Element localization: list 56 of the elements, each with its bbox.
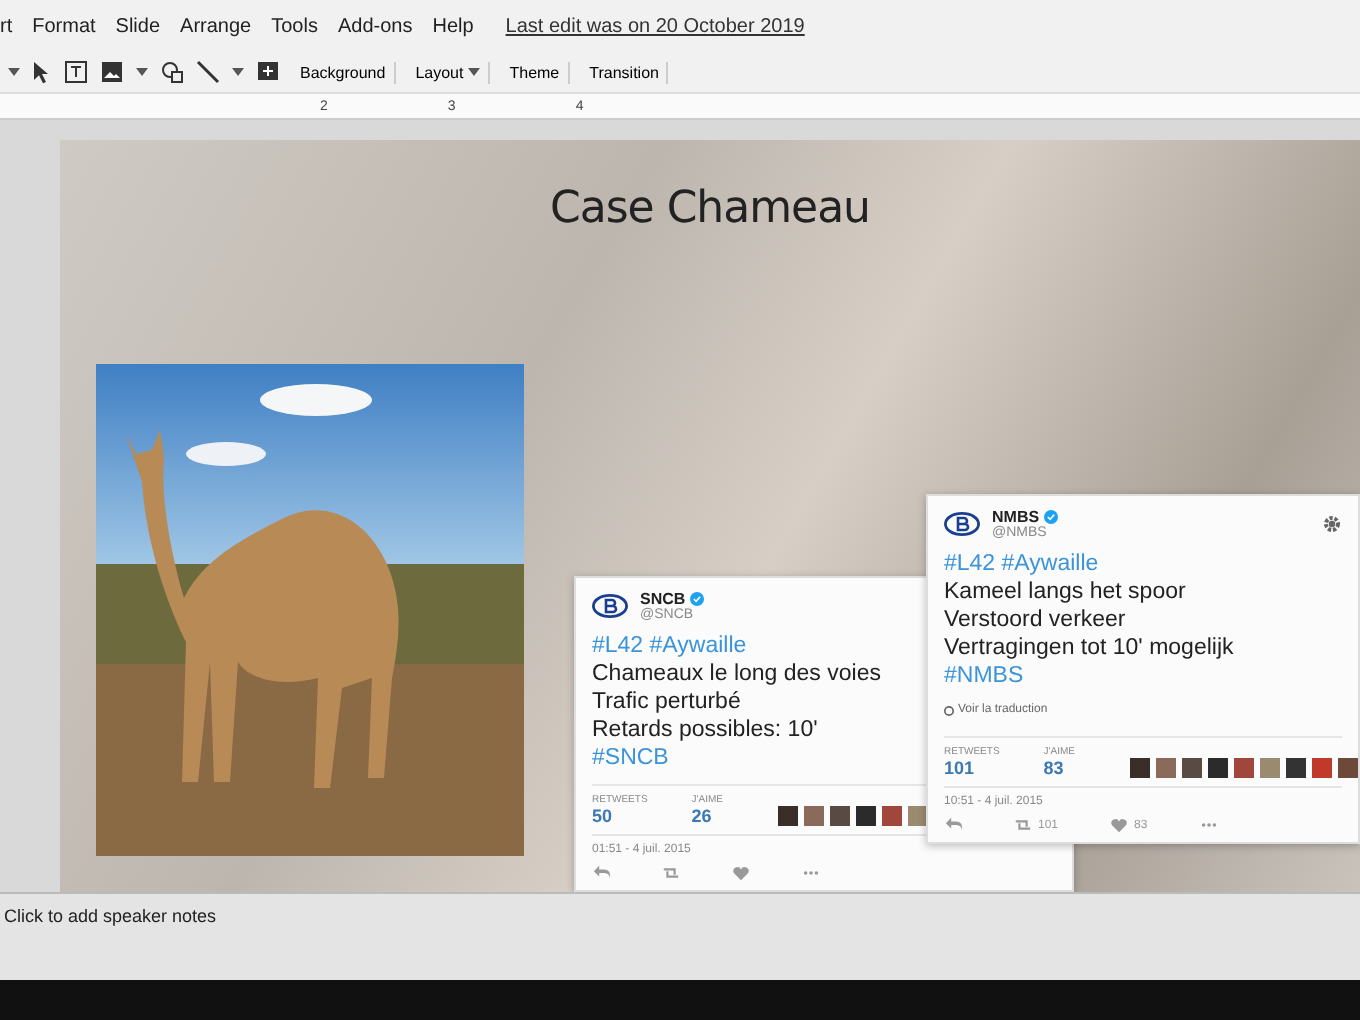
shapes-icon[interactable] [160,60,184,84]
stat-value: 101 [944,758,977,778]
avatar-icon[interactable] [1338,758,1359,778]
avatar-icon[interactable] [778,806,799,826]
tweet-text: Vertragingen tot 10' mogelijk [944,634,1234,662]
avatar-icon[interactable] [856,806,877,826]
logo-icon [944,512,980,536]
last-edit-link[interactable]: Last edit was on 20 October 2019 [505,15,805,37]
add-comment-icon[interactable] [256,60,280,84]
speaker-notes-placeholder[interactable]: Click to add speaker notes [4,906,217,926]
toolbar-button[interactable]: Background [292,61,396,83]
caret-icon[interactable] [136,68,148,76]
stat-value: 50 [592,806,615,826]
retweet-icon[interactable] [662,864,680,882]
menu-item[interactable]: Format [32,15,96,37]
avatar-icon[interactable] [882,806,903,826]
avatar-icon[interactable] [1286,758,1307,778]
account-name[interactable]: SNCB [640,590,686,608]
account-name[interactable]: NMBS [992,508,1040,526]
menu-item[interactable]: Help [432,15,474,37]
menu-item[interactable]: Slide [115,15,161,37]
tweet-text: Kameel langs het spoor [944,578,1186,606]
avatar-icon[interactable] [1208,758,1229,778]
retweet-icon[interactable] [1014,816,1032,834]
toolbar-button[interactable]: Theme [501,61,570,83]
avatar-icon[interactable] [1130,758,1151,778]
toolbar-button[interactable]: Layout [407,61,490,83]
image-icon[interactable] [100,60,124,84]
settings-icon[interactable] [1322,514,1342,534]
caret-icon[interactable] [467,68,480,76]
globe-icon [944,705,954,715]
toolbar-button[interactable]: Transition [581,61,669,83]
stat-value: 83 [1043,758,1066,778]
menu-item[interactable]: Tools [271,15,318,37]
menu-item[interactable]: Add-ons [337,15,413,37]
avatar-icon[interactable] [1234,758,1255,778]
tweet-text: Retards possibles: 10' [592,716,818,744]
caret-icon[interactable] [8,68,20,76]
line-icon[interactable] [196,60,220,84]
stat-value: 26 [691,806,714,826]
menu-item[interactable]: rt [0,15,13,37]
tweet-text: Chameaux le long des voies [592,660,881,688]
slide-title: Case Chameau [549,184,870,234]
text-box-icon[interactable] [64,60,88,84]
tweet-text: Trafic perturbé [592,688,741,716]
select-icon[interactable] [32,60,52,84]
heart-icon[interactable] [1110,816,1129,834]
tweet-text: Verstoord verkeer [944,606,1126,634]
heart-icon[interactable] [732,864,750,882]
caret-icon[interactable] [232,68,244,76]
avatar-icon[interactable] [830,806,851,826]
avatar-icon[interactable] [1182,758,1203,778]
menu-item[interactable]: Arrange [180,15,252,37]
reply-icon[interactable] [592,864,610,882]
logo-icon [592,594,628,618]
reply-icon[interactable] [944,816,962,834]
